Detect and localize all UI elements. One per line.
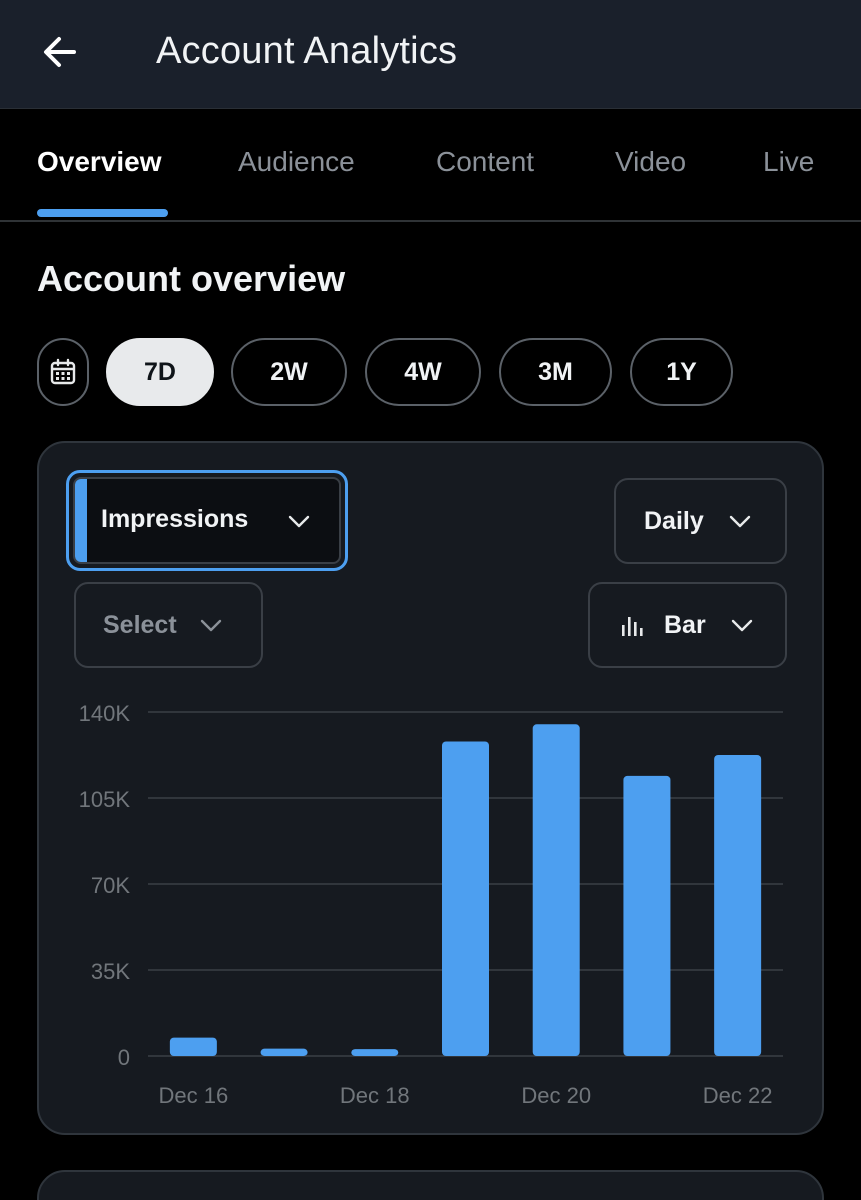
chevron-down-icon <box>200 619 221 632</box>
top-bar: Account Analytics <box>0 0 861 109</box>
bar <box>169 1037 217 1056</box>
tab-content[interactable]: Content <box>436 146 534 178</box>
chevron-down-icon <box>288 515 310 528</box>
bar <box>714 755 762 1056</box>
y-tick-label: 70K <box>91 873 130 898</box>
bar <box>442 741 489 1056</box>
bar <box>351 1049 399 1056</box>
interval-dropdown-label: Daily <box>644 506 704 535</box>
next-card <box>37 1170 824 1200</box>
range-7d-button[interactable]: 7D <box>106 338 214 406</box>
metric-dropdown-label: Impressions <box>101 505 249 533</box>
bar <box>623 775 671 1056</box>
range-1y-button[interactable]: 1Y <box>630 338 733 406</box>
chevron-down-icon <box>731 619 752 632</box>
tab-video[interactable]: Video <box>615 146 686 178</box>
y-tick-label: 0 <box>118 1045 130 1070</box>
chart-type-dropdown[interactable]: Bar <box>588 582 787 668</box>
chevron-down-icon <box>729 515 750 528</box>
x-tick-label: Dec 22 <box>703 1083 773 1108</box>
calendar-icon <box>50 358 76 385</box>
arrow-left-icon <box>44 37 76 67</box>
impressions-bar-chart: 0 35K 70K 105K 140K Dec 16 Dec 18 Dec 20 Dec 22 <box>40 690 820 1120</box>
bar <box>532 724 580 1056</box>
metric-dropdown[interactable]: Impressions <box>66 470 348 571</box>
bar <box>260 1048 308 1056</box>
range-2w-button[interactable]: 2W <box>231 338 347 406</box>
range-4w-button[interactable]: 4W <box>365 338 481 406</box>
chart-canvas: 0 35K 70K 105K 140K Dec 16 Dec 18 Dec 20 Dec 22 <box>79 701 783 1108</box>
compare-metric-dropdown[interactable]: Select <box>74 582 263 668</box>
range-3m-button[interactable]: 3M <box>499 338 612 406</box>
interval-dropdown[interactable]: Daily <box>614 478 787 564</box>
tab-bar: Overview Audience Content Video Live <box>0 110 861 222</box>
page-title: Account Analytics <box>156 30 458 72</box>
tab-audience[interactable]: Audience <box>238 146 355 178</box>
x-tick-label: Dec 18 <box>340 1083 410 1108</box>
metric-color-swatch <box>75 479 87 562</box>
tab-overview[interactable]: Overview <box>37 146 162 178</box>
active-tab-indicator <box>37 209 168 217</box>
y-tick-label: 140K <box>79 701 131 726</box>
chart-type-label: Bar <box>664 610 706 639</box>
calendar-button[interactable] <box>37 338 89 406</box>
tab-live[interactable]: Live <box>763 146 814 178</box>
y-tick-label: 35K <box>91 959 130 984</box>
back-button[interactable] <box>36 28 84 76</box>
bar-chart-icon <box>622 617 643 636</box>
x-tick-label: Dec 16 <box>158 1083 228 1108</box>
y-tick-label: 105K <box>79 787 131 812</box>
x-tick-label: Dec 20 <box>521 1083 591 1108</box>
date-range-selector: 7D 2W 4W 3M 1Y <box>0 338 861 408</box>
section-title: Account overview <box>37 258 346 299</box>
compare-dropdown-label: Select <box>103 610 177 639</box>
